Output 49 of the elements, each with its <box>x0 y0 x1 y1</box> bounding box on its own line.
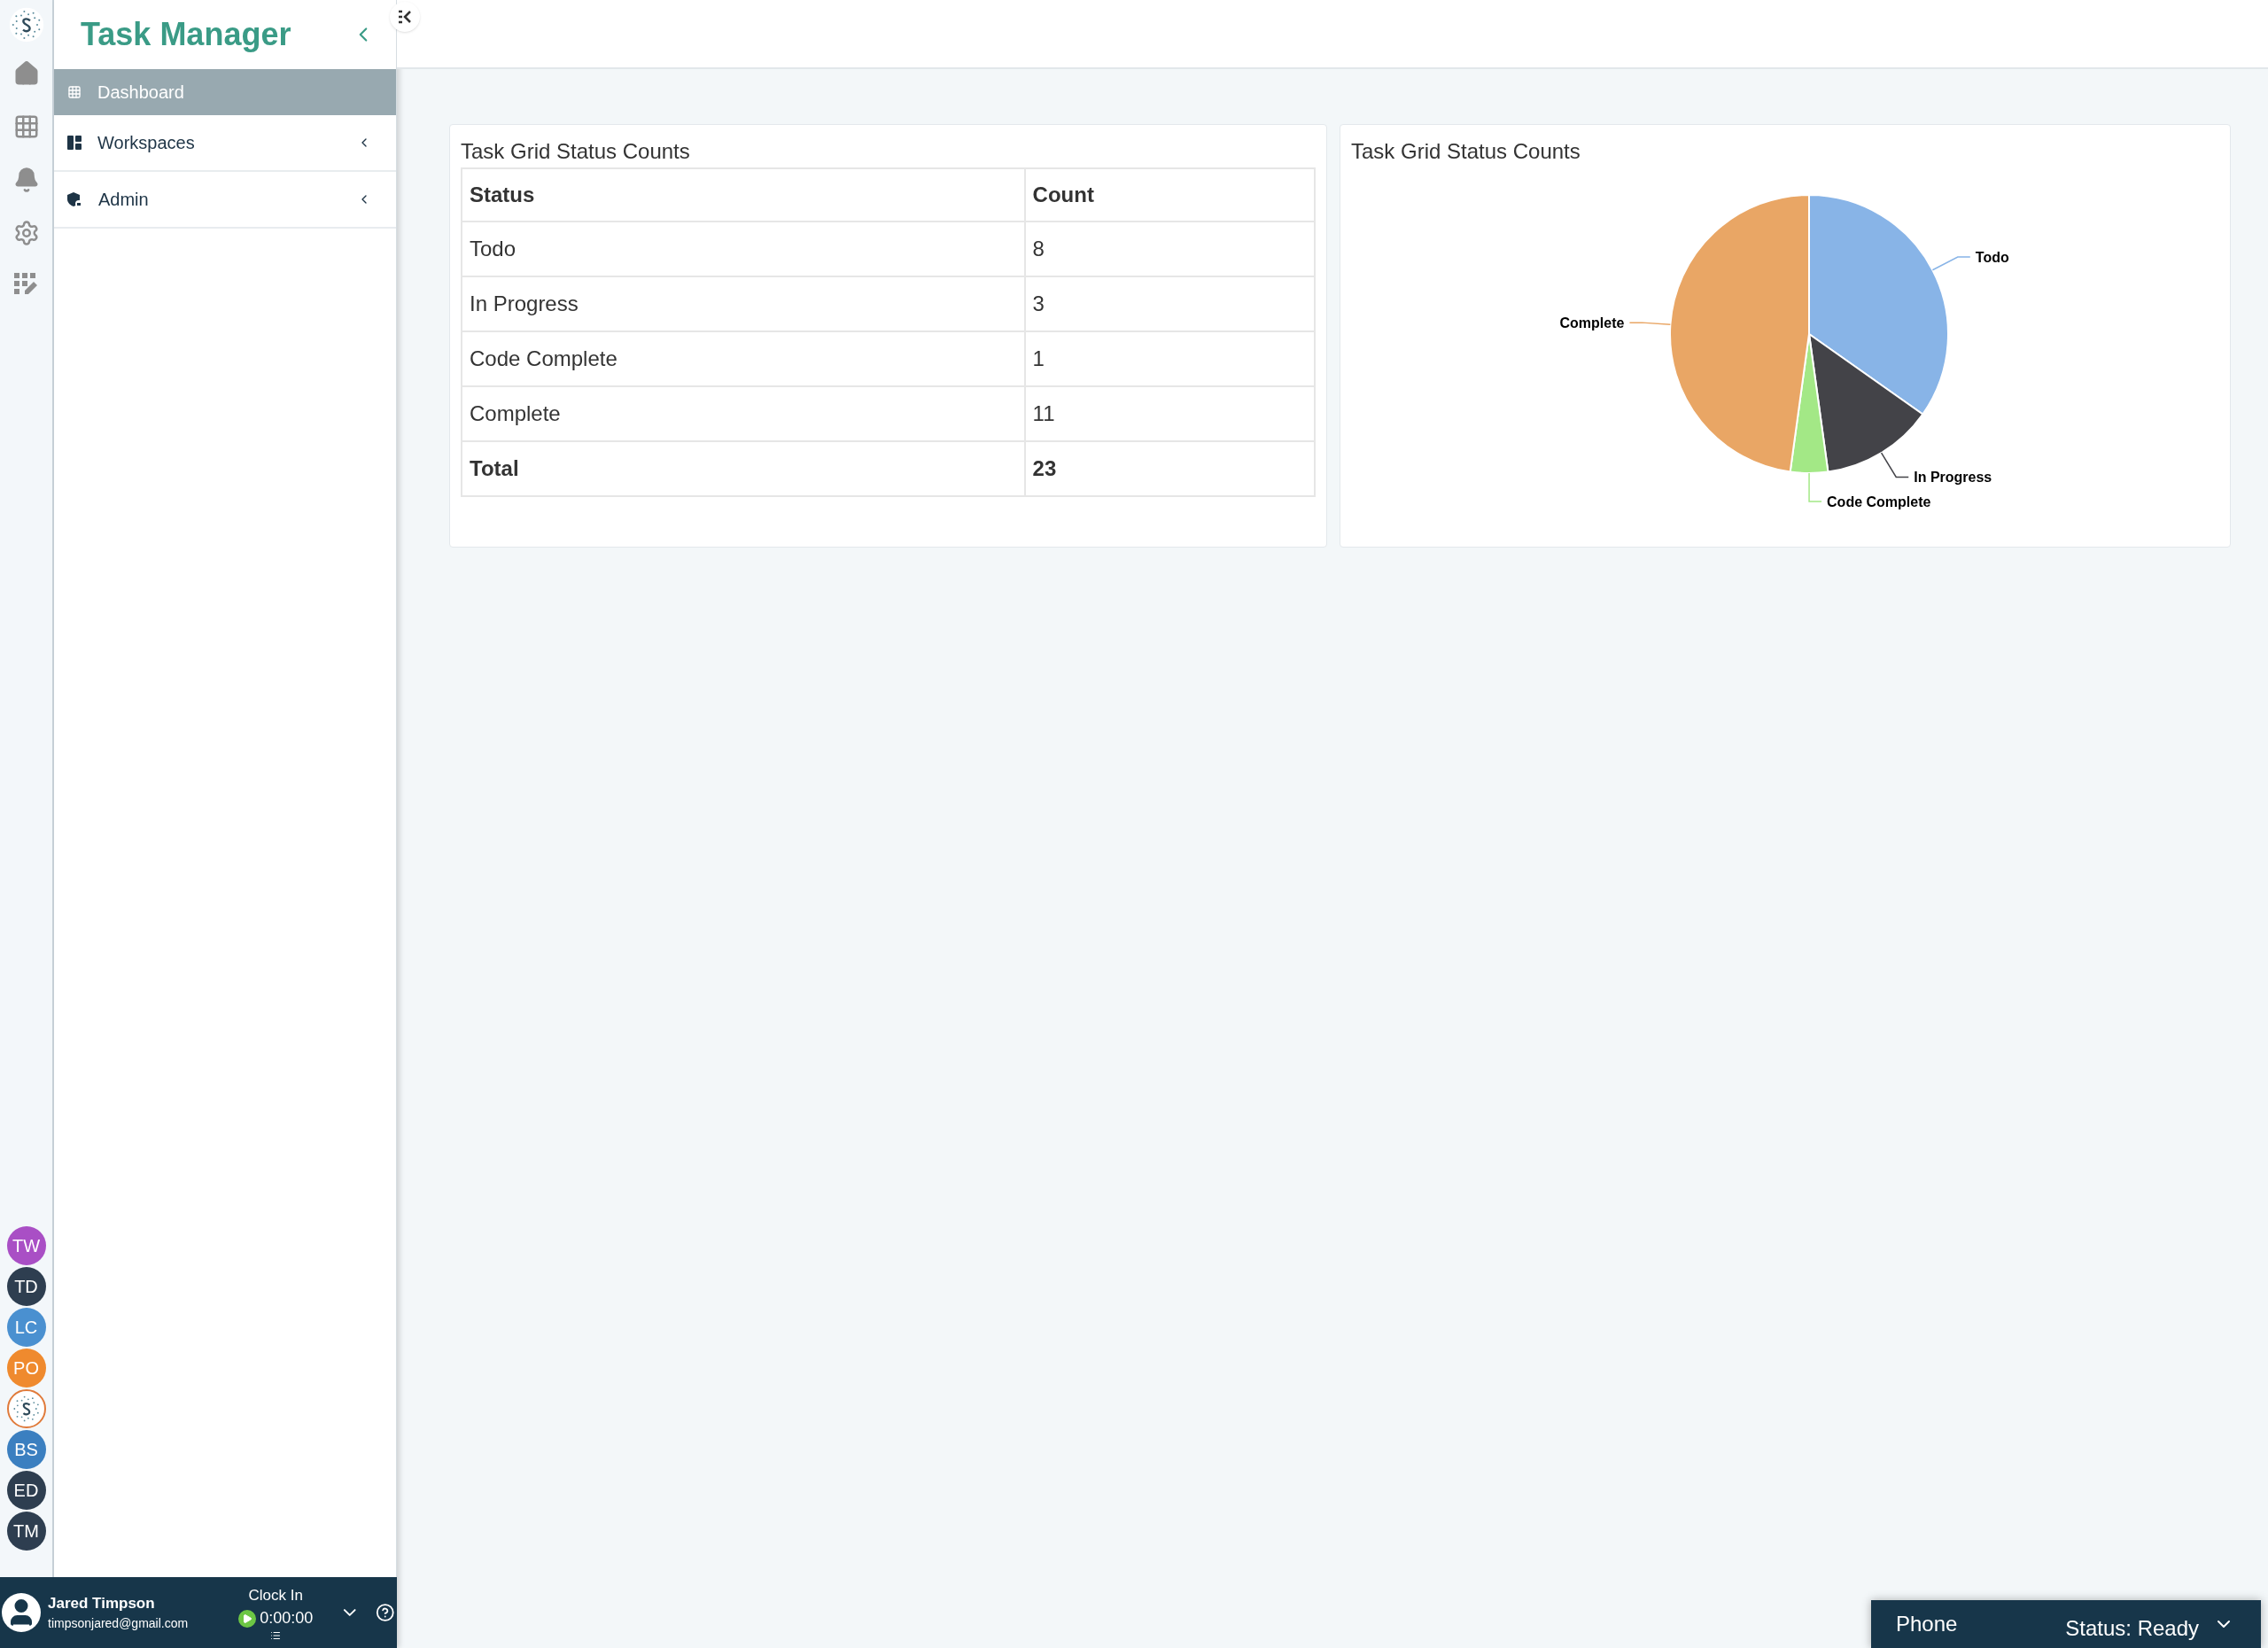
pie-label: Todo <box>1975 250 2009 266</box>
help-icon[interactable] <box>376 1603 395 1622</box>
shield-lock-icon <box>67 191 82 207</box>
column-header: Status <box>462 168 1025 222</box>
table-cell: 8 <box>1024 222 1315 276</box>
nav-item[interactable]: Admin <box>54 172 396 229</box>
play-icon[interactable] <box>238 1609 257 1628</box>
user-avatar[interactable]: TM <box>6 1512 46 1551</box>
logo-avatar[interactable] <box>6 1389 46 1428</box>
table-cell: 23 <box>1024 441 1315 496</box>
clock-time: 0:00:00 <box>260 1608 314 1629</box>
phone-bar[interactable]: Phone Status: Ready <box>1871 1600 2261 1648</box>
pie-label: Complete <box>1559 315 1625 331</box>
phone-status: Status: Ready <box>2065 1615 2199 1642</box>
table-cell: Complete <box>462 386 1025 441</box>
dashboard-icon <box>67 136 82 150</box>
list-icon[interactable] <box>270 1630 282 1642</box>
card-title: Task Grid Status Counts <box>461 138 691 165</box>
table-cell: 3 <box>1024 276 1315 331</box>
grid-icon <box>67 85 82 99</box>
leader-line <box>1931 256 1971 271</box>
table-cell: In Progress <box>462 276 1025 331</box>
app-title: Task Manager <box>81 15 291 54</box>
table-cell: Total <box>462 441 1025 496</box>
collapse-icon <box>397 9 413 25</box>
table-cell: Code Complete <box>462 331 1025 386</box>
phone-label: Phone <box>1896 1611 1958 1637</box>
clock-in-label: Clock In <box>248 1585 303 1605</box>
leader-line <box>1880 452 1909 478</box>
table-cell: Todo <box>462 222 1025 276</box>
card-title: Task Grid Status Counts <box>1351 138 1581 165</box>
user-avatar[interactable]: BS <box>6 1430 46 1469</box>
user-avatar[interactable]: TD <box>6 1267 46 1306</box>
user-avatar[interactable]: ED <box>6 1471 46 1510</box>
pie-label: In Progress <box>1914 470 1992 486</box>
table-cell: 11 <box>1024 386 1315 441</box>
settings-icon[interactable] <box>12 220 40 246</box>
user-avatar[interactable]: TW <box>6 1226 46 1265</box>
home-icon[interactable] <box>12 60 40 87</box>
user-name: Jared Timpson <box>48 1593 156 1613</box>
leader-line <box>1808 472 1822 502</box>
nav-item[interactable]: Workspaces <box>54 115 396 172</box>
logo-icon <box>8 7 44 43</box>
table-cell: 1 <box>1024 331 1315 386</box>
user-avatar-icon[interactable] <box>2 1593 41 1632</box>
pie-label: Code Complete <box>1827 494 1931 509</box>
user-email: timpsonjared@gmail.com <box>48 1615 190 1633</box>
column-header: Count <box>1024 168 1315 222</box>
leader-line <box>1628 322 1672 326</box>
